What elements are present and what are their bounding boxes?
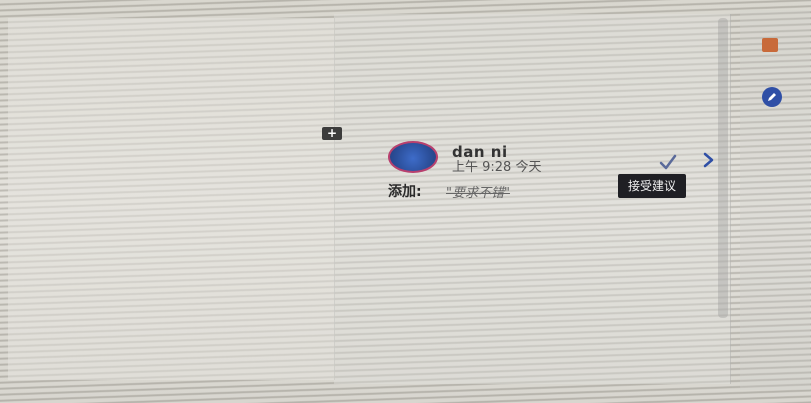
pencil-icon [768,93,776,101]
change-type-label: 添加: [388,184,422,200]
avatar [388,141,438,173]
comment-timestamp: 上午 9:28 今天 [452,160,542,175]
add-comment-button[interactable]: + [322,127,342,140]
accept-suggestion-tooltip: 接受建议 [618,174,687,198]
comment-scrollbar[interactable] [718,18,728,318]
accept-suggestion-button[interactable] [657,151,679,173]
next-comment-button[interactable] [702,149,716,171]
side-rail [740,10,810,390]
square-icon[interactable] [762,38,778,52]
plus-icon: + [326,126,338,140]
document-canvas[interactable] [8,18,335,380]
circle-icon[interactable] [762,87,782,107]
change-text: "要求不错" [446,186,510,201]
chevron-right-icon [703,152,714,168]
checkmark-icon [659,154,677,170]
